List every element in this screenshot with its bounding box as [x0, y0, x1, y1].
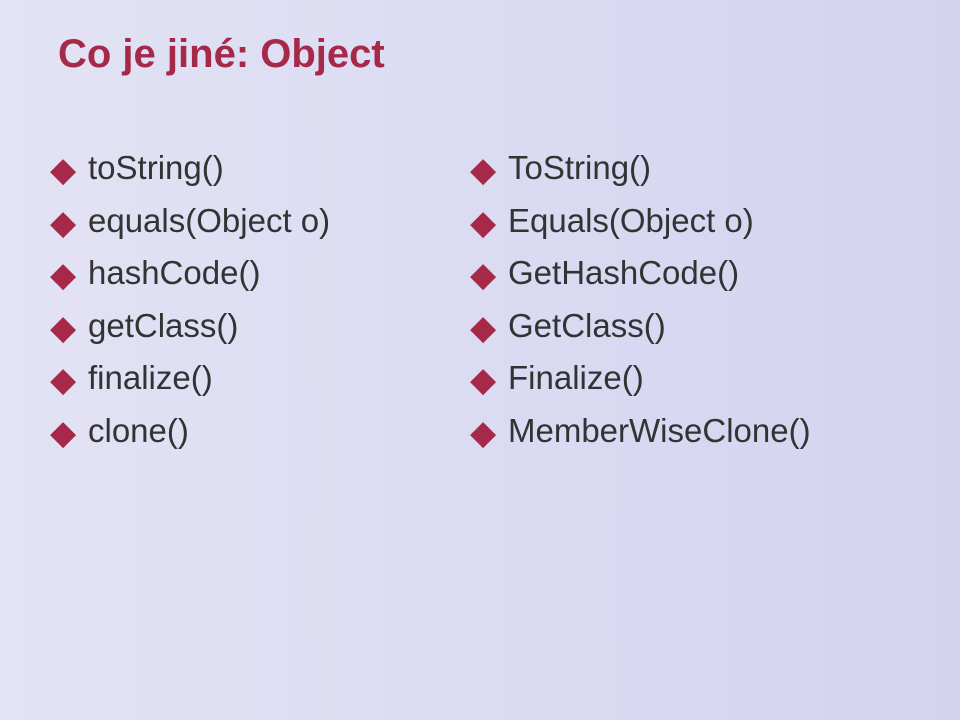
list-item: ◆ clone(): [50, 410, 470, 453]
list-item-label: Finalize(): [508, 357, 644, 398]
list-item-label: ToString(): [508, 147, 651, 188]
columns: ◆ toString() ◆ equals(Object o) ◆ hashCo…: [50, 147, 910, 462]
diamond-bullet-icon: ◆: [50, 254, 88, 297]
diamond-bullet-icon: ◆: [50, 307, 88, 350]
list-item-label: getClass(): [88, 305, 238, 346]
list-item-label: clone(): [88, 410, 189, 451]
diamond-bullet-icon: ◆: [470, 254, 508, 297]
diamond-bullet-icon: ◆: [50, 202, 88, 245]
list-item: ◆ ToString(): [470, 147, 910, 190]
list-item: ◆ MemberWiseClone(): [470, 410, 910, 453]
list-item-label: Equals(Object o): [508, 200, 754, 241]
list-item-label: toString(): [88, 147, 224, 188]
list-item: ◆ GetHashCode(): [470, 252, 910, 295]
diamond-bullet-icon: ◆: [50, 149, 88, 192]
list-item: ◆ getClass(): [50, 305, 470, 348]
list-item: ◆ hashCode(): [50, 252, 470, 295]
column-right: ◆ ToString() ◆ Equals(Object o) ◆ GetHas…: [470, 147, 910, 462]
column-left: ◆ toString() ◆ equals(Object o) ◆ hashCo…: [50, 147, 470, 462]
list-item: ◆ toString(): [50, 147, 470, 190]
diamond-bullet-icon: ◆: [470, 149, 508, 192]
list-item-label: GetHashCode(): [508, 252, 739, 293]
list-item-label: MemberWiseClone(): [508, 410, 811, 451]
slide: Co je jiné: Object ◆ toString() ◆ equals…: [0, 0, 960, 720]
diamond-bullet-icon: ◆: [470, 202, 508, 245]
list-item: ◆ equals(Object o): [50, 200, 470, 243]
list-item: ◆ Finalize(): [470, 357, 910, 400]
list-item-label: finalize(): [88, 357, 213, 398]
list-item-label: GetClass(): [508, 305, 666, 346]
slide-title: Co je jiné: Object: [58, 32, 910, 77]
list-item-label: hashCode(): [88, 252, 260, 293]
diamond-bullet-icon: ◆: [470, 307, 508, 350]
list-item: ◆ finalize(): [50, 357, 470, 400]
diamond-bullet-icon: ◆: [50, 359, 88, 402]
diamond-bullet-icon: ◆: [470, 412, 508, 455]
list-item-label: equals(Object o): [88, 200, 330, 241]
list-item: ◆ Equals(Object o): [470, 200, 910, 243]
diamond-bullet-icon: ◆: [50, 412, 88, 455]
diamond-bullet-icon: ◆: [470, 359, 508, 402]
list-item: ◆ GetClass(): [470, 305, 910, 348]
